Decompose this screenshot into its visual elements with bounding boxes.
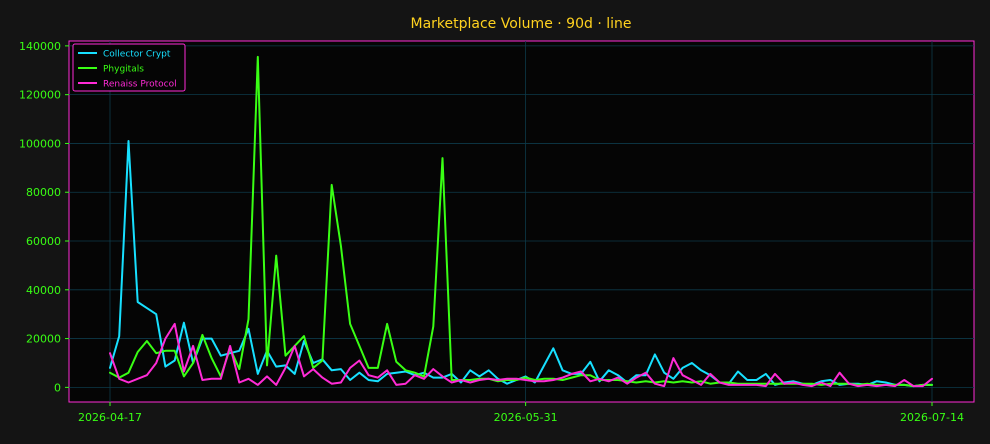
y-tick-label: 60000 bbox=[26, 235, 61, 248]
x-tick-label: 2026-05-31 bbox=[494, 411, 558, 424]
legend-label: Phygitals bbox=[103, 65, 144, 75]
chart-root: Marketplace Volume · 90d · line 0 20000 40… bbox=[0, 0, 990, 440]
x-tick-label: 2026-04-17 bbox=[78, 411, 142, 424]
legend: Collector Crypt Phygitals Renaiss Protocol bbox=[72, 43, 186, 92]
plot-area bbox=[68, 40, 975, 403]
legend-label: Renaiss Protocol bbox=[103, 80, 177, 90]
x-tick-label: 2026-07-14 bbox=[900, 411, 964, 424]
y-tick-label: 120000 bbox=[19, 89, 61, 102]
y-tick-label: 80000 bbox=[26, 186, 61, 199]
y-tick-label: 140000 bbox=[19, 40, 61, 53]
y-tick-label: 100000 bbox=[19, 137, 61, 150]
y-tick-label: 0 bbox=[54, 381, 61, 394]
y-tick-label: 20000 bbox=[26, 333, 61, 346]
line-chart: Marketplace Volume · 90d · line 0 20000 40… bbox=[0, 0, 990, 440]
chart-title: Marketplace Volume · 90d · line bbox=[411, 16, 632, 32]
legend-label: Collector Crypt bbox=[103, 50, 171, 60]
y-tick-label: 40000 bbox=[26, 284, 61, 297]
